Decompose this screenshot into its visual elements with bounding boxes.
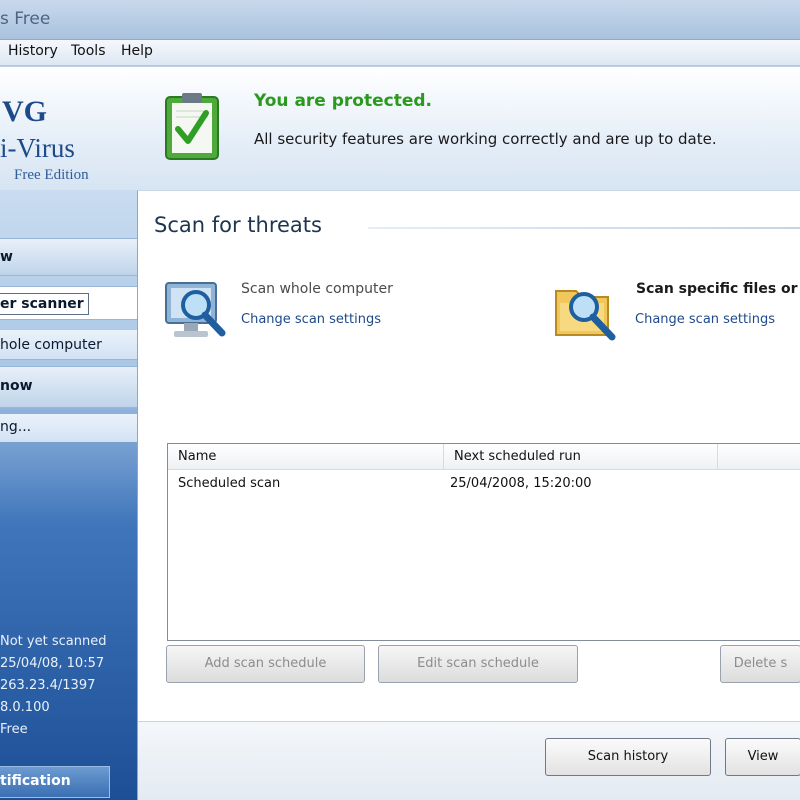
protection-status-title: You are protected. xyxy=(254,91,433,111)
sidebar-item-update-now[interactable]: now xyxy=(0,366,137,408)
table-row-next-run[interactable]: 25/04/2008, 15:20:00 xyxy=(450,476,592,491)
sidebar-item-scan-whole-computer[interactable]: hole computer xyxy=(0,330,137,360)
sidebar: w er scanner hole computer now ng... Not… xyxy=(0,190,137,800)
last-scan-value: Not yet scanned xyxy=(0,634,107,649)
delete-scan-schedule-button[interactable]: Delete s xyxy=(720,645,800,683)
menu-history[interactable]: History xyxy=(8,43,58,59)
menu-tools[interactable]: Tools xyxy=(71,43,106,59)
logo-line-3: Free Edition xyxy=(14,167,89,183)
last-update-value: 25/04/08, 10:57 xyxy=(0,656,105,671)
sidebar-item-computer-scanner[interactable]: er scanner xyxy=(0,286,137,320)
change-scan-settings-link[interactable]: Change scan settings xyxy=(241,312,381,327)
sidebar-item-updating[interactable]: ng... xyxy=(0,414,137,442)
computer-magnifier-icon[interactable] xyxy=(162,277,232,347)
sidebar-item-label: er scanner xyxy=(0,293,89,315)
main-panel: Scan for threats Scan whole computer Cha… xyxy=(137,190,800,800)
scan-history-button[interactable]: Scan history xyxy=(545,738,711,776)
sidebar-item-label: now xyxy=(0,378,33,394)
column-header-label: Next scheduled run xyxy=(454,449,581,464)
bottom-bar: Scan history View xyxy=(138,721,800,800)
title-divider xyxy=(368,227,800,229)
menu-bar: History Tools Help xyxy=(0,40,800,66)
sidebar-item-label: w xyxy=(0,249,13,265)
show-notification-button[interactable]: tification xyxy=(0,766,110,798)
header: VG i-Virus Free Edition You are protecte… xyxy=(0,67,800,190)
virus-db-version: 263.23.4/1397 xyxy=(0,678,96,693)
notification-label: tification xyxy=(0,773,71,789)
add-scan-schedule-button[interactable]: Add scan schedule xyxy=(166,645,365,683)
edit-scan-schedule-button[interactable]: Edit scan schedule xyxy=(378,645,578,683)
sidebar-item-label: hole computer xyxy=(0,337,102,353)
sidebar-item-label: ng... xyxy=(0,419,32,435)
column-header-next-run[interactable]: Next scheduled run xyxy=(444,444,718,470)
change-scan-settings-link-2[interactable]: Change scan settings xyxy=(635,312,775,327)
title-bar: s Free xyxy=(0,0,800,40)
column-header-label: Name xyxy=(178,449,217,464)
folder-magnifier-icon[interactable] xyxy=(552,277,622,347)
license-type: Free xyxy=(0,722,28,737)
column-header-name[interactable]: Name xyxy=(168,444,444,470)
window-title: s Free xyxy=(0,9,51,29)
clipboard-check-icon xyxy=(165,93,219,160)
scan-schedule-table: Name Next scheduled run Scheduled scan 2… xyxy=(167,443,800,641)
table-row-name[interactable]: Scheduled scan xyxy=(178,476,280,491)
sidebar-item-overview[interactable]: w xyxy=(0,238,137,276)
logo-line-1: VG xyxy=(2,95,47,128)
scan-whole-computer-title[interactable]: Scan whole computer xyxy=(241,281,393,297)
menu-help[interactable]: Help xyxy=(121,43,153,59)
logo-line-2: i-Virus xyxy=(0,133,75,163)
program-version: 8.0.100 xyxy=(0,700,50,715)
page-title: Scan for threats xyxy=(154,213,322,237)
column-header-empty xyxy=(718,444,800,470)
scan-specific-files-title[interactable]: Scan specific files or xyxy=(636,281,798,297)
protection-status-description: All security features are working correc… xyxy=(254,130,717,148)
view-button[interactable]: View xyxy=(725,738,800,776)
